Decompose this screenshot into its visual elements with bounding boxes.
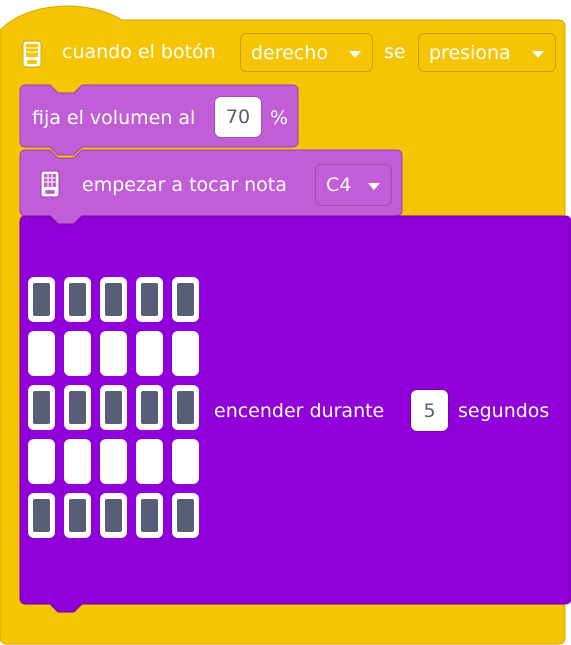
led-pixel-r5-c2[interactable] — [64, 493, 91, 538]
led-pixel-r1-c4[interactable] — [136, 277, 163, 322]
duration-input[interactable]: 5 — [411, 390, 448, 431]
button-dropdown-value: derecho — [251, 41, 328, 64]
led-pixel-r4-c3[interactable] — [100, 439, 127, 484]
led-pixel-r2-c2[interactable] — [64, 331, 91, 376]
chevron-down-icon — [368, 183, 380, 190]
led-pixel-r5-c1[interactable] — [28, 493, 55, 538]
led-pixel-r4-c2[interactable] — [64, 439, 91, 484]
hat-text-is: se — [384, 41, 406, 63]
chevron-down-icon — [349, 50, 361, 58]
led-pixel-r3-c1[interactable] — [28, 385, 55, 430]
led-pixel-r1-c3[interactable] — [100, 277, 127, 322]
volume-text-prefix: fija el volumen al — [32, 107, 196, 129]
volume-input[interactable]: 70 — [215, 97, 261, 137]
note-dropdown-value: C4 — [326, 174, 352, 196]
led-pixel-r3-c4[interactable] — [136, 385, 163, 430]
led-pixel-r1-c1[interactable] — [28, 277, 55, 322]
led-pixel-r2-c1[interactable] — [28, 331, 55, 376]
led-pixel-r5-c5[interactable] — [172, 493, 199, 538]
action-dropdown[interactable]: presiona — [418, 33, 556, 72]
hub-icon — [40, 170, 60, 202]
chevron-down-icon — [532, 50, 544, 58]
block-stack — [0, 5, 571, 645]
led-pixel-r5-c3[interactable] — [100, 493, 127, 538]
led-pixel-r4-c4[interactable] — [136, 439, 163, 484]
led-pixel-r2-c4[interactable] — [136, 331, 163, 376]
led-pixel-r5-c4[interactable] — [136, 493, 163, 538]
led-pixel-r2-c3[interactable] — [100, 331, 127, 376]
button-dropdown[interactable]: derecho — [240, 33, 373, 72]
note-text: empezar a tocar nota — [82, 174, 287, 196]
note-dropdown[interactable]: C4 — [315, 164, 392, 206]
hat-text-when: cuando el botón — [62, 41, 216, 63]
light-text-suffix: segundos — [458, 400, 550, 422]
led-pixel-r3-c2[interactable] — [64, 385, 91, 430]
led-pixel-r4-c1[interactable] — [28, 439, 55, 484]
volume-text-suffix: % — [270, 107, 289, 129]
action-dropdown-value: presiona — [429, 41, 511, 64]
led-pixel-r1-c5[interactable] — [172, 277, 199, 322]
light-text-prefix: encender durante — [214, 400, 385, 422]
led-pixel-r1-c2[interactable] — [64, 277, 91, 322]
led-pixel-r4-c5[interactable] — [172, 439, 199, 484]
led-pixel-r3-c3[interactable] — [100, 385, 127, 430]
led-pixel-r2-c5[interactable] — [172, 331, 199, 376]
led-pixel-r3-c5[interactable] — [172, 385, 199, 430]
hub-icon — [22, 40, 42, 72]
